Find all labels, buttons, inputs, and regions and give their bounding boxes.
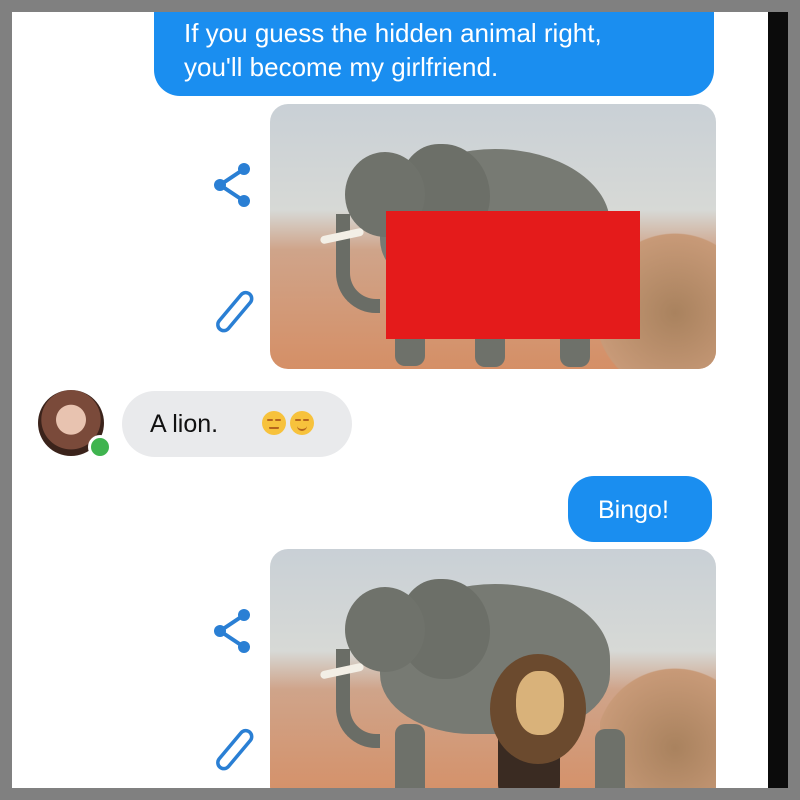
unamused-face-icon [262,411,286,435]
chat-screen: If you guess the hidden animal right, yo… [12,12,768,788]
share-icon[interactable] [210,606,254,656]
right-edge-bar [768,12,788,788]
censored-elephant-photo[interactable] [270,104,716,369]
photo-frame: If you guess the hidden animal right, yo… [0,0,800,800]
reply-text: A lion. [150,410,219,438]
elephant-and-lion-photo[interactable] [270,549,716,788]
outgoing-message-bubble-bingo[interactable]: Bingo! [568,476,712,542]
share-icon[interactable] [210,160,254,210]
elephant-leg [595,729,625,788]
lion-face [516,671,564,735]
relieved-face-icon [290,411,314,435]
pencil-icon[interactable] [212,287,256,335]
message-text-line-1: If you guess the hidden animal right, [184,18,602,48]
message-text-line-2: you'll become my girlfriend. [184,52,499,82]
elephant-leg [395,724,425,788]
bingo-text: Bingo! [598,496,669,524]
red-censor-box [386,211,640,339]
outgoing-message-bubble[interactable]: If you guess the hidden animal right, yo… [154,12,714,96]
pencil-icon[interactable] [212,725,256,773]
online-status-dot [88,435,112,459]
incoming-message-bubble[interactable]: A lion. [122,391,352,457]
